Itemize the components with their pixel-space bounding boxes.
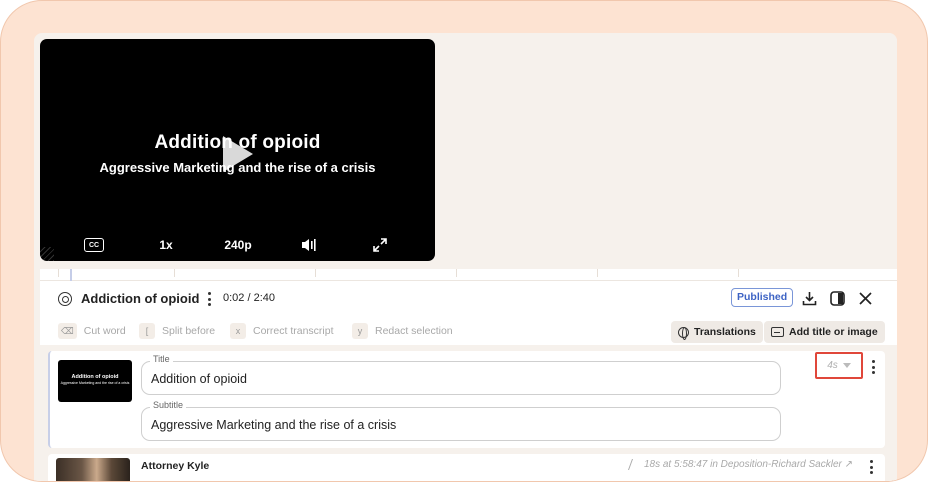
- clip-thumbnail: [56, 458, 130, 481]
- correct-transcript-label: Correct transcript: [253, 325, 334, 337]
- subtitle-field[interactable]: Subtitle Aggressive Marketing and the ri…: [141, 400, 781, 441]
- timeline-segment[interactable]: [456, 269, 596, 277]
- fullscreen-icon[interactable]: [372, 236, 388, 254]
- cut-word-tool[interactable]: ⌫ Cut word: [58, 323, 126, 339]
- captions-button[interactable]: CC: [84, 238, 104, 252]
- correct-transcript-key: x: [230, 323, 246, 339]
- timeline-segment[interactable]: [315, 269, 455, 277]
- edit-toolbar: ⌫ Cut word [ Split before x Correct tran…: [40, 317, 897, 345]
- clip-meta-text: 18s at 5:58:47 in Deposition-Richard Sac…: [643, 459, 853, 470]
- add-title-label: Add title or image: [789, 326, 878, 338]
- project-title[interactable]: Addiction of opioid: [81, 291, 199, 306]
- caption-icon: [771, 327, 784, 337]
- title-card[interactable]: Addition of opioid Aggressive Marketing …: [48, 351, 885, 448]
- status-badge[interactable]: Published: [731, 288, 794, 307]
- speed-button[interactable]: 1x: [156, 236, 176, 254]
- clip-meta[interactable]: 18s at 5:58:47 in Deposition-Richard Sac…: [627, 459, 853, 470]
- split-view-icon[interactable]: [828, 289, 846, 307]
- redact-selection-key: y: [352, 323, 368, 339]
- clip-card[interactable]: Attorney Kyle 18s at 5:58:47 in Depositi…: [48, 454, 885, 481]
- globe-icon: [678, 326, 689, 340]
- more-icon[interactable]: [871, 360, 875, 374]
- preview-empty-area: [442, 33, 897, 269]
- add-title-button[interactable]: Add title or image: [764, 321, 885, 343]
- chevron-down-icon: [842, 363, 851, 368]
- redact-selection-label: Redact selection: [375, 325, 453, 337]
- title-field-value[interactable]: Addition of opioid: [151, 372, 247, 386]
- download-icon[interactable]: [800, 289, 818, 307]
- more-icon[interactable]: [869, 460, 873, 474]
- timeline-segment[interactable]: [597, 269, 737, 277]
- playback-time: 0:02 / 2:40: [223, 292, 275, 304]
- more-icon[interactable]: [207, 292, 211, 306]
- volume-icon[interactable]: [300, 236, 318, 254]
- thumbnail-subtitle: Aggressive Marketing and the rise of a c…: [60, 381, 130, 385]
- cut-word-label: Cut word: [83, 325, 126, 337]
- duration-value: 4s: [827, 360, 838, 371]
- panel-header: Addiction of opioid 0:02 / 2:40 Publishe…: [40, 281, 897, 317]
- split-before-label: Split before: [162, 325, 216, 337]
- screenshot-frame: Addition of opioid Aggressive Marketing …: [0, 0, 928, 482]
- title-field-label: Title: [150, 354, 173, 364]
- timeline-strip[interactable]: [40, 269, 897, 281]
- timeline-segment[interactable]: [738, 269, 878, 277]
- editor-panel: Addiction of opioid 0:02 / 2:40 Publishe…: [40, 281, 897, 481]
- subtitle-field-value[interactable]: Aggressive Marketing and the rise of a c…: [151, 418, 396, 432]
- playhead[interactable]: [70, 269, 72, 281]
- clip-list: Addition of opioid Aggressive Marketing …: [40, 345, 897, 481]
- redact-selection-tool[interactable]: y Redact selection: [352, 323, 453, 339]
- pen-icon: [627, 459, 640, 470]
- translations-button[interactable]: Translations: [671, 321, 763, 343]
- cut-word-key: ⌫: [58, 323, 77, 339]
- title-field[interactable]: Title Addition of opioid: [141, 354, 781, 395]
- editor-app: Addition of opioid Aggressive Marketing …: [34, 33, 897, 481]
- correct-transcript-tool[interactable]: x Correct transcript: [230, 323, 334, 339]
- play-icon[interactable]: [223, 136, 253, 172]
- duration-select[interactable]: 4s: [815, 352, 863, 379]
- timeline-segment[interactable]: [174, 269, 314, 277]
- subtitle-field-label: Subtitle: [150, 400, 187, 410]
- video-player[interactable]: Addition of opioid Aggressive Marketing …: [40, 39, 435, 261]
- title-card-thumbnail: Addition of opioid Aggressive Marketing …: [58, 360, 132, 402]
- transcript-icon: [58, 292, 72, 306]
- split-before-key: [: [139, 323, 155, 339]
- resize-handle[interactable]: [40, 247, 54, 261]
- thumbnail-title: Addition of opioid: [71, 374, 119, 380]
- quality-button[interactable]: 240p: [218, 236, 258, 254]
- split-before-tool[interactable]: [ Split before: [139, 323, 215, 339]
- close-icon[interactable]: [856, 289, 874, 307]
- translations-label: Translations: [694, 326, 756, 338]
- timeline-segment[interactable]: [58, 269, 173, 277]
- speaker-name: Attorney Kyle: [141, 460, 210, 472]
